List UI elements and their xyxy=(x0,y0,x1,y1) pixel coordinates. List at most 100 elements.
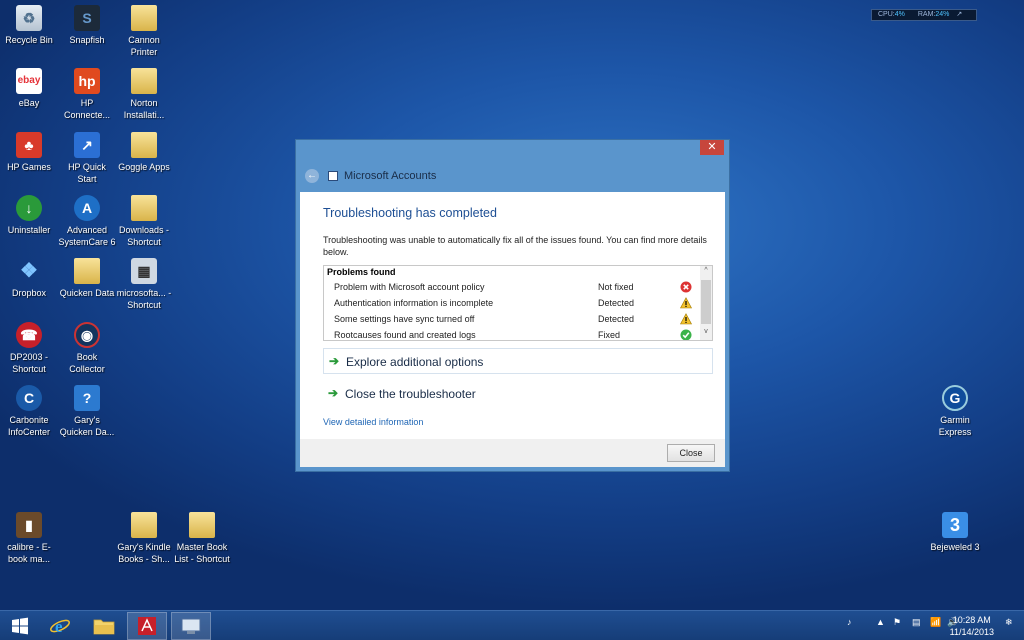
scroll-thumb[interactable] xyxy=(701,280,711,324)
desktop-icon-norton[interactable]: Norton Installati... xyxy=(115,68,173,121)
bejeweled-icon: 3 xyxy=(942,512,968,538)
desktop-icon-snapfish[interactable]: S Snapfish xyxy=(58,5,116,46)
folder-icon xyxy=(131,132,157,158)
desktop-icon-hp-connected[interactable]: hp HP Connecte... xyxy=(58,68,116,121)
adobe-reader-icon xyxy=(138,617,156,635)
problem-row[interactable]: Rootcauses found and created logs Fixed xyxy=(334,328,704,340)
desktop-icon-advanced-systemcare[interactable]: A Advanced SystemCare 6 xyxy=(58,195,116,248)
window-footer: Close xyxy=(300,439,725,467)
help-icon[interactable]: ♪ xyxy=(847,617,852,627)
window-close-button[interactable]: ✕ xyxy=(700,140,724,155)
network-icon[interactable]: 📶 xyxy=(930,617,941,628)
desktop-icon-label: Norton Installati... xyxy=(123,98,165,120)
problem-row[interactable]: Some settings have sync turned off Detec… xyxy=(334,312,704,328)
taskbar-internet-explorer[interactable]: e xyxy=(40,612,80,640)
problem-status: Detected xyxy=(598,298,635,308)
calibre-icon: ▮ xyxy=(16,512,42,538)
desktop-icon-book-collector[interactable]: ◉ Book Collector xyxy=(58,322,116,375)
start-button[interactable] xyxy=(0,612,40,640)
taskbar-file-explorer[interactable] xyxy=(84,612,124,640)
desktop-icon-hp-games[interactable]: ♣ HP Games xyxy=(0,132,58,173)
problem-status: Not fixed xyxy=(598,282,634,292)
desktop-icon-quicken-data[interactable]: Quicken Data xyxy=(58,258,116,299)
desktop-icon-label: Book Collector xyxy=(69,352,105,374)
desktop-icon-label: Garmin Express xyxy=(938,415,972,437)
desktop-icon-label: Advanced SystemCare 6 xyxy=(58,225,116,247)
desktop-icon-label: Downloads - Shortcut xyxy=(118,225,170,247)
desktop-icon-label: calibre - E-book ma... xyxy=(7,542,51,564)
desktop-icon-label: Bejeweled 3 xyxy=(930,542,980,552)
window-content: Troubleshooting has completed Troublesho… xyxy=(300,192,725,439)
hp-connected-icon: hp xyxy=(74,68,100,94)
desktop-icon-master-book-list[interactable]: Master Book List - Shortcut xyxy=(173,512,231,565)
desktop-icon-hp-quick-start[interactable]: ↗ HP Quick Start xyxy=(58,132,116,185)
dropbox-icon: ❖ xyxy=(20,260,38,282)
scroll-down-icon[interactable]: v xyxy=(700,328,712,335)
folder-icon xyxy=(131,195,157,221)
problem-status: Detected xyxy=(598,314,635,324)
desktop-icon-dp2003[interactable]: ☎ DP2003 - Shortcut xyxy=(0,322,58,375)
problem-row[interactable]: Authentication information is incomplete… xyxy=(334,296,704,312)
svg-text:e: e xyxy=(55,617,63,636)
expand-icon[interactable]: ↗ xyxy=(956,10,962,20)
folder-icon xyxy=(189,512,215,538)
back-arrow-icon[interactable]: ← xyxy=(305,169,319,183)
desktop-icon-calibre[interactable]: ▮ calibre - E-book ma... xyxy=(0,512,58,565)
taskbar-troubleshooter[interactable] xyxy=(171,612,211,640)
troubleshooter-window: ✕ ← Microsoft Accounts Troubleshooting h… xyxy=(295,139,730,472)
warning-icon xyxy=(680,297,692,309)
desktop-icon-garys-quicken[interactable]: ? Gary's Quicken Da... xyxy=(58,385,116,438)
clock[interactable]: 10:28 AM 11/14/2013 xyxy=(950,614,994,638)
performance-meter: CPU: 4% RAM: 24% ↗ xyxy=(871,9,977,21)
problems-scrollbar[interactable]: ^ v xyxy=(700,266,712,340)
hp-quick-start-icon: ↗ xyxy=(74,132,100,158)
close-button[interactable]: Close xyxy=(667,444,715,462)
clock-date: 11/14/2013 xyxy=(949,627,994,637)
desktop-icon-uninstaller[interactable]: ↓ Uninstaller xyxy=(0,195,58,236)
problem-name: Authentication information is incomplete xyxy=(334,298,494,308)
desktop-icon-label: HP Quick Start xyxy=(68,162,106,184)
desktop-icon-label: Quicken Data xyxy=(59,288,115,298)
show-hidden-icons-icon[interactable]: ▲ xyxy=(876,617,885,627)
book-collector-icon: ◉ xyxy=(74,322,100,348)
desktop-icon-recycle-bin[interactable]: ♻ Recycle Bin xyxy=(0,5,58,46)
problems-list[interactable]: Problems found Problem with Microsoft ac… xyxy=(323,265,713,341)
recycle-bin-icon: ♻ xyxy=(16,5,42,31)
problem-row[interactable]: Problem with Microsoft account policy No… xyxy=(334,280,704,296)
folder-icon xyxy=(131,512,157,538)
desktop-icon-bejeweled[interactable]: 3 Bejeweled 3 xyxy=(926,512,984,553)
action-center-icon[interactable]: ⚑ xyxy=(893,617,901,628)
taskbar-adobe-reader[interactable] xyxy=(127,612,167,640)
view-detailed-information-link[interactable]: View detailed information xyxy=(323,417,423,427)
taskbar: e ♪ ▲ ⚑ ▤ 📶 🔊 ❄ 10:28 AM 11/14/2013 xyxy=(0,610,1024,640)
desktop-icon-dropbox[interactable]: ❖ Dropbox xyxy=(0,258,58,299)
scroll-up-icon[interactable]: ^ xyxy=(700,267,712,274)
desktop-icon-carbonite[interactable]: C Carbonite InfoCenter xyxy=(0,385,58,438)
desktop-icon-cannon-printer[interactable]: Cannon Printer xyxy=(115,5,173,58)
phone-icon: ☎ xyxy=(16,322,42,348)
ebay-icon: ebay xyxy=(16,68,42,94)
desktop-icon-label: microsofta... - Shortcut xyxy=(116,288,172,310)
display-icon[interactable]: ▤ xyxy=(912,617,921,628)
notification-icon[interactable]: ❄ xyxy=(1005,617,1013,628)
desktop-icon-label: Cannon Printer xyxy=(128,35,160,57)
warning-icon xyxy=(680,313,692,325)
help-icon: ? xyxy=(74,385,100,411)
desktop-icon-label: Recycle Bin xyxy=(5,35,53,45)
desktop-icon-label: eBay xyxy=(18,98,40,108)
clock-time: 10:28 AM xyxy=(952,615,991,625)
explore-options-label: Explore additional options xyxy=(346,355,484,369)
desktop-icon-garys-kindle[interactable]: Gary's Kindle Books - Sh... xyxy=(115,512,173,565)
desktop-icon-label: Gary's Quicken Da... xyxy=(59,415,115,437)
close-troubleshooter-button[interactable]: ➔ Close the troubleshooter xyxy=(323,381,713,407)
explore-options-button[interactable]: ➔ Explore additional options xyxy=(323,348,713,374)
desktop-icon-ebay[interactable]: ebay eBay xyxy=(0,68,58,109)
desktop-icon-garmin-express[interactable]: G Garmin Express xyxy=(926,385,984,438)
problem-status: Fixed xyxy=(598,330,621,340)
cpu-value: 4% xyxy=(894,11,905,18)
desktop-icon-goggle-apps[interactable]: Goggle Apps xyxy=(115,132,173,173)
desktop-icon-downloads[interactable]: Downloads - Shortcut xyxy=(115,195,173,248)
desktop-icon-label: Dropbox xyxy=(11,288,47,298)
windows-logo-icon xyxy=(12,617,28,635)
desktop-icon-microsofta[interactable]: ▦ microsofta... - Shortcut xyxy=(115,258,173,311)
